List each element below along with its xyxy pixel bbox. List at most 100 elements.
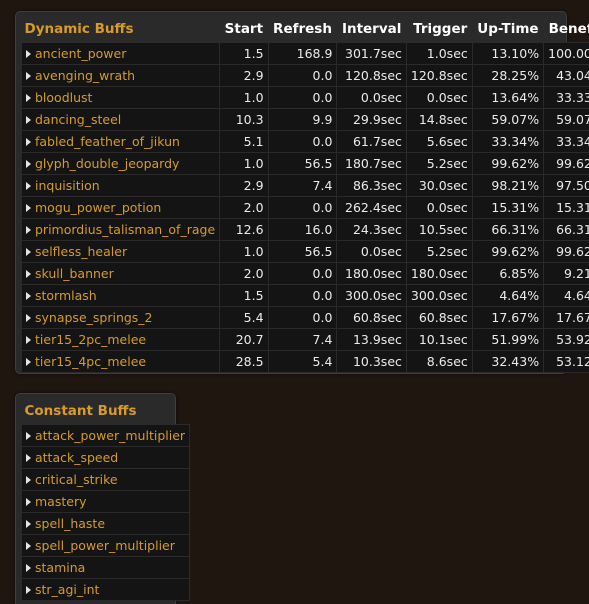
triangle-right-icon[interactable] — [26, 358, 31, 366]
buff-row[interactable]: ancient_power1.5168.9301.7sec1.0sec13.10… — [22, 43, 589, 65]
column-header-uptime[interactable]: Up-Time — [472, 16, 543, 43]
buff-row[interactable]: bloodlust1.00.00.0sec0.0sec13.64%33.33% — [22, 87, 589, 109]
buff-row[interactable]: tier15_2pc_melee20.77.413.9sec10.1sec51.… — [22, 329, 589, 351]
buff-uptime-cell: 4.64% — [472, 285, 543, 307]
buff-row[interactable]: stormlash1.50.0300.0sec300.0sec4.64%4.64… — [22, 285, 589, 307]
dynamic-buffs-header-row: Dynamic Buffs Start Refresh Interval Tri… — [22, 16, 589, 43]
column-header-interval[interactable]: Interval — [337, 16, 406, 43]
triangle-right-icon[interactable] — [26, 498, 31, 506]
triangle-right-icon[interactable] — [26, 520, 31, 528]
triangle-right-icon[interactable] — [26, 72, 31, 80]
triangle-right-icon[interactable] — [26, 542, 31, 550]
buff-refresh-cell: 56.5 — [268, 153, 337, 175]
buff-uptime-cell: 99.62% — [472, 153, 543, 175]
column-header-benefit[interactable]: Benefit — [544, 16, 589, 43]
buff-row[interactable]: critical_strike — [22, 469, 190, 491]
buff-row[interactable]: synapse_springs_25.40.060.8sec60.8sec17.… — [22, 307, 589, 329]
buff-row[interactable]: dancing_steel10.39.929.9sec14.8sec59.07%… — [22, 109, 589, 131]
buff-name-cell[interactable]: primordius_talisman_of_rage — [22, 219, 220, 241]
buff-name-cell[interactable]: selfless_healer — [22, 241, 220, 263]
buff-name-cell[interactable]: mogu_power_potion — [22, 197, 220, 219]
buff-benefit-cell: 100.00% — [544, 43, 589, 65]
triangle-right-icon[interactable] — [26, 454, 31, 462]
triangle-right-icon[interactable] — [26, 586, 31, 594]
buff-name-cell[interactable]: avenging_wrath — [22, 65, 220, 87]
buff-name-cell[interactable]: ancient_power — [22, 43, 220, 65]
buff-row[interactable]: mogu_power_potion2.00.0262.4sec0.0sec15.… — [22, 197, 589, 219]
buff-name-cell[interactable]: spell_power_multiplier — [22, 535, 190, 557]
buff-name-cell[interactable]: critical_strike — [22, 469, 190, 491]
buff-refresh-cell: 168.9 — [268, 43, 337, 65]
buff-name-label: mogu_power_potion — [35, 200, 161, 215]
buff-interval-cell: 180.0sec — [337, 263, 406, 285]
buff-name-cell[interactable]: glyph_double_jeopardy — [22, 153, 220, 175]
column-header-trigger[interactable]: Trigger — [406, 16, 472, 43]
buff-uptime-cell: 6.85% — [472, 263, 543, 285]
triangle-right-icon[interactable] — [26, 248, 31, 256]
buff-name-cell[interactable]: attack_power_multiplier — [22, 425, 190, 447]
triangle-right-icon[interactable] — [26, 204, 31, 212]
buff-row[interactable]: glyph_double_jeopardy1.056.5180.7sec5.2s… — [22, 153, 589, 175]
triangle-right-icon[interactable] — [26, 476, 31, 484]
buff-row[interactable]: mastery — [22, 491, 190, 513]
triangle-right-icon[interactable] — [26, 292, 31, 300]
buff-name-cell[interactable]: skull_banner — [22, 263, 220, 285]
triangle-right-icon[interactable] — [26, 270, 31, 278]
triangle-right-icon[interactable] — [26, 160, 31, 168]
buff-benefit-cell: 33.34% — [544, 131, 589, 153]
buff-row[interactable]: attack_speed — [22, 447, 190, 469]
buff-row[interactable]: fabled_feather_of_jikun5.10.061.7sec5.6s… — [22, 131, 589, 153]
buff-row[interactable]: inquisition2.97.486.3sec30.0sec98.21%97.… — [22, 175, 589, 197]
buff-name-cell[interactable]: fabled_feather_of_jikun — [22, 131, 220, 153]
buff-name-cell[interactable]: str_agi_int — [22, 579, 190, 601]
triangle-right-icon[interactable] — [26, 50, 31, 58]
constant-buffs-table: Constant Buffs attack_power_multiplierat… — [21, 398, 190, 601]
buff-row[interactable]: avenging_wrath2.90.0120.8sec120.8sec28.2… — [22, 65, 589, 87]
buff-name-cell[interactable]: dancing_steel — [22, 109, 220, 131]
buff-refresh-cell: 0.0 — [268, 197, 337, 219]
buff-start-cell: 5.1 — [220, 131, 268, 153]
buff-row[interactable]: spell_haste — [22, 513, 190, 535]
buff-start-cell: 1.0 — [220, 153, 268, 175]
column-header-refresh[interactable]: Refresh — [268, 16, 337, 43]
buff-name-cell[interactable]: attack_speed — [22, 447, 190, 469]
buff-refresh-cell: 0.0 — [268, 87, 337, 109]
buff-row[interactable]: primordius_talisman_of_rage12.616.024.3s… — [22, 219, 589, 241]
buff-trigger-cell: 0.0sec — [406, 197, 472, 219]
column-header-start[interactable]: Start — [220, 16, 268, 43]
buff-refresh-cell: 0.0 — [268, 65, 337, 87]
triangle-right-icon[interactable] — [26, 314, 31, 322]
triangle-right-icon[interactable] — [26, 116, 31, 124]
buff-row[interactable]: tier15_4pc_melee28.55.410.3sec8.6sec32.4… — [22, 351, 589, 373]
triangle-right-icon[interactable] — [26, 336, 31, 344]
buff-row[interactable]: attack_power_multiplier — [22, 425, 190, 447]
triangle-right-icon[interactable] — [26, 94, 31, 102]
buff-row[interactable]: selfless_healer1.056.50.0sec5.2sec99.62%… — [22, 241, 589, 263]
buff-name-cell[interactable]: inquisition — [22, 175, 220, 197]
buff-name-cell[interactable]: spell_haste — [22, 513, 190, 535]
buff-name-label: bloodlust — [35, 90, 92, 105]
buff-name-label: ancient_power — [35, 46, 126, 61]
buff-name-cell[interactable]: tier15_4pc_melee — [22, 351, 220, 373]
buff-uptime-cell: 66.31% — [472, 219, 543, 241]
buff-name-cell[interactable]: stamina — [22, 557, 190, 579]
triangle-right-icon[interactable] — [26, 138, 31, 146]
buff-row[interactable]: skull_banner2.00.0180.0sec180.0sec6.85%9… — [22, 263, 589, 285]
buff-interval-cell: 13.9sec — [337, 329, 406, 351]
buff-row[interactable]: spell_power_multiplier — [22, 535, 190, 557]
buff-name-label: attack_power_multiplier — [35, 428, 185, 443]
triangle-right-icon[interactable] — [26, 182, 31, 190]
constant-buffs-header-row: Constant Buffs — [22, 398, 190, 425]
buff-name-cell[interactable]: bloodlust — [22, 87, 220, 109]
buff-row[interactable]: stamina — [22, 557, 190, 579]
buff-name-cell[interactable]: mastery — [22, 491, 190, 513]
triangle-right-icon[interactable] — [26, 564, 31, 572]
buff-name-cell[interactable]: stormlash — [22, 285, 220, 307]
buff-name-cell[interactable]: synapse_springs_2 — [22, 307, 220, 329]
triangle-right-icon[interactable] — [26, 226, 31, 234]
buff-name-label: spell_haste — [35, 516, 105, 531]
buff-start-cell: 12.6 — [220, 219, 268, 241]
buff-row[interactable]: str_agi_int — [22, 579, 190, 601]
buff-name-cell[interactable]: tier15_2pc_melee — [22, 329, 220, 351]
triangle-right-icon[interactable] — [26, 432, 31, 440]
